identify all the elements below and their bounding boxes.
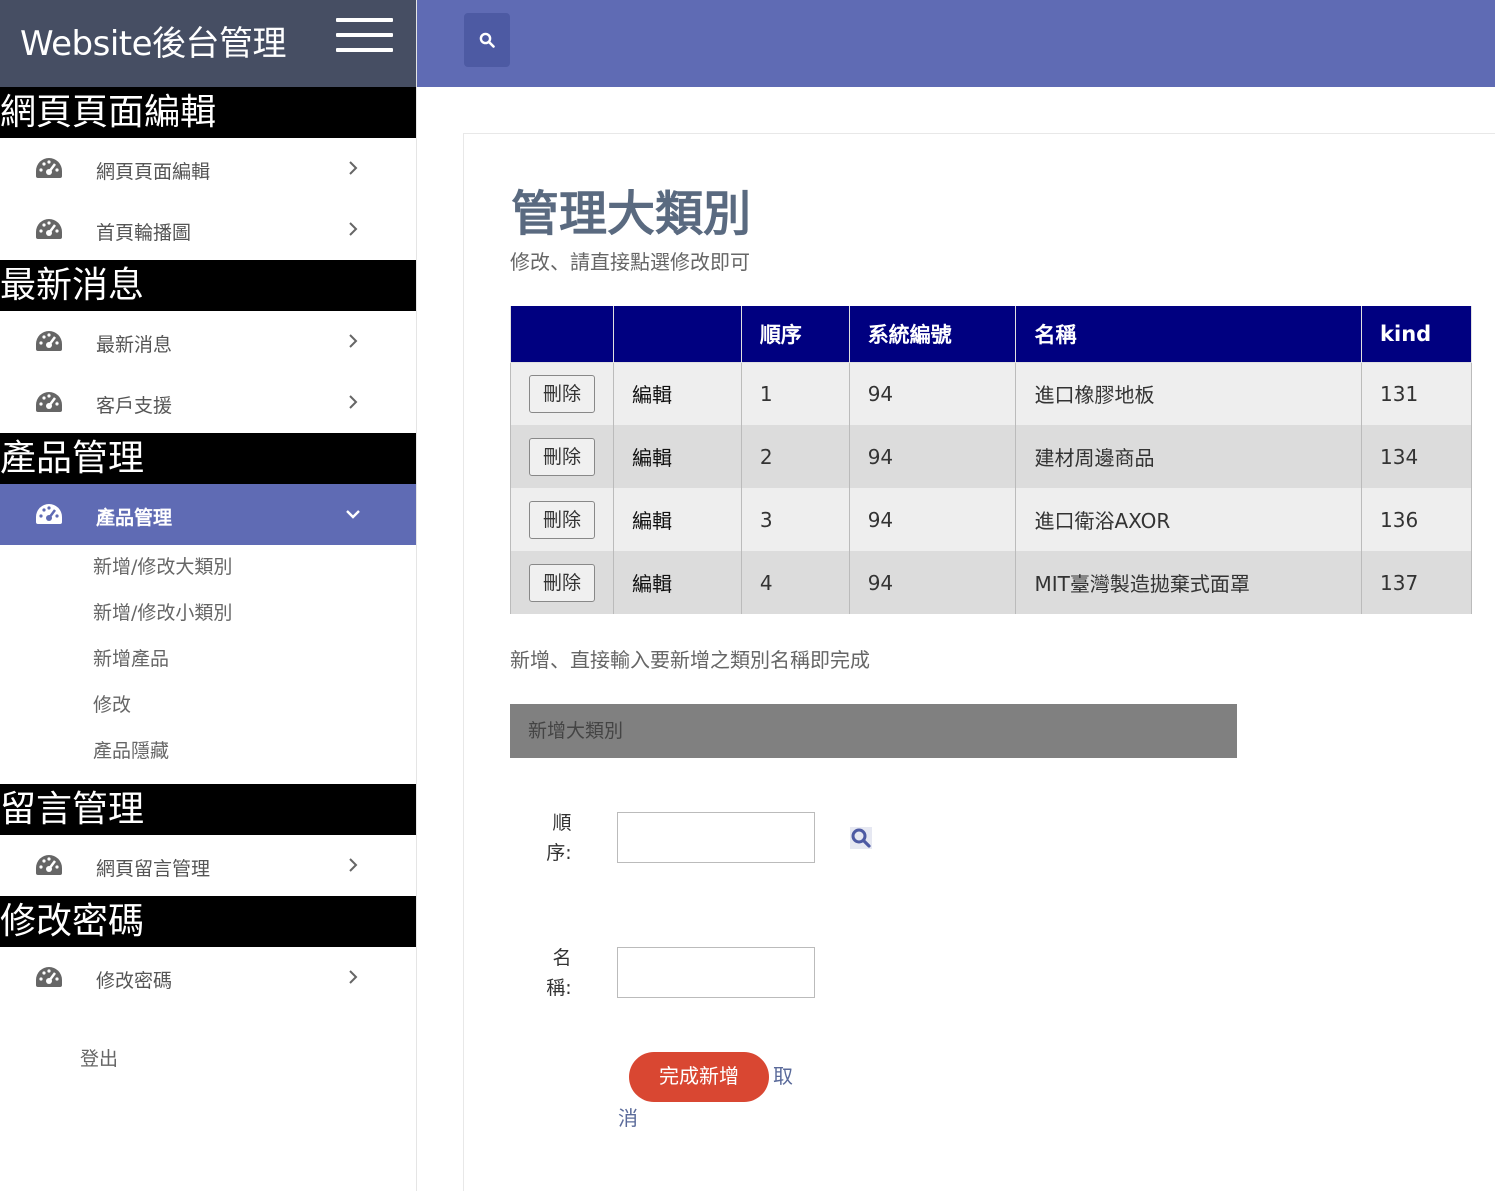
dashboard-icon	[36, 855, 62, 875]
delete-button[interactable]: 刪除	[529, 500, 595, 539]
section-header-products: 產品管理	[0, 433, 416, 484]
sidebar-item-page-edit[interactable]: 網頁頁面編輯	[0, 138, 416, 199]
column-header-kind: kind	[1361, 306, 1472, 363]
column-header-name: 名稱	[1015, 306, 1363, 363]
chevron-down-icon	[346, 510, 360, 519]
sidebar-item-password[interactable]: 修改密碼	[0, 947, 416, 1008]
order-label-part1: 順	[552, 812, 572, 834]
add-description: 新增、直接輸入要新增之類別名稱即完成	[510, 648, 870, 672]
submenu-item-subcategory-edit[interactable]: 新增/修改小類別	[0, 597, 416, 643]
cell-kind: 136	[1361, 488, 1472, 551]
sidebar: Website後台管理 網頁頁面編輯 網頁頁面編輯 首頁輪播圖 最新消息 最新消…	[0, 0, 417, 1191]
search-button[interactable]	[464, 13, 510, 67]
cell-sys-id: 94	[848, 362, 1017, 425]
logout-link[interactable]: 登出	[80, 1044, 118, 1071]
column-header	[612, 306, 742, 363]
cell-kind: 131	[1361, 362, 1472, 425]
cell-kind: 134	[1361, 425, 1472, 488]
section-header-page-edit: 網頁頁面編輯	[0, 87, 416, 138]
name-label-part1: 名	[552, 947, 572, 969]
cell-order: 3	[740, 488, 850, 551]
submenu-item-modify[interactable]: 修改	[0, 689, 416, 735]
table-row: 刪除 編輯 3 94 進口衛浴AXOR 136	[510, 488, 1472, 551]
dashboard-icon	[36, 392, 62, 412]
sidebar-item-messages[interactable]: 網頁留言管理	[0, 835, 416, 896]
sidebar-item-news[interactable]: 最新消息	[0, 311, 416, 372]
add-category-panel-header: 新增大類別	[510, 704, 1237, 758]
chevron-right-icon	[349, 222, 358, 236]
chevron-right-icon	[349, 395, 358, 409]
chevron-right-icon	[349, 858, 358, 872]
name-input[interactable]	[617, 947, 815, 998]
cell-order: 4	[740, 551, 850, 614]
cell-name: MIT臺灣製造拋棄式面罩	[1015, 551, 1363, 614]
dashboard-icon	[36, 504, 62, 524]
menu-toggle-icon[interactable]	[336, 18, 393, 52]
column-header	[510, 306, 614, 363]
edit-link[interactable]: 編輯	[632, 446, 672, 470]
order-input[interactable]	[617, 812, 815, 863]
cancel-link[interactable]: 取	[773, 1060, 793, 1089]
cell-name: 進口橡膠地板	[1015, 362, 1363, 425]
sidebar-item-support[interactable]: 客戶支援	[0, 372, 416, 433]
search-icon[interactable]	[850, 827, 872, 849]
edit-link[interactable]: 編輯	[632, 509, 672, 533]
cell-kind: 137	[1361, 551, 1472, 614]
cell-order: 1	[740, 362, 850, 425]
cell-sys-id: 94	[848, 551, 1017, 614]
sidebar-item-label: 修改密碼	[96, 970, 173, 992]
order-label-part2: 序:	[546, 842, 572, 864]
cell-name: 建材周邊商品	[1015, 425, 1363, 488]
content-card: 管理大類別 修改、請直接點選修改即可 順序 系統編號 名稱 kind 刪除 編輯…	[463, 133, 1495, 1191]
edit-link[interactable]: 編輯	[632, 572, 672, 596]
sidebar-item-label: 最新消息	[96, 334, 173, 356]
submit-add-button[interactable]: 完成新增	[629, 1052, 769, 1102]
name-label-part2: 稱:	[546, 977, 572, 999]
sidebar-item-label: 產品管理	[96, 507, 173, 529]
sidebar-item-products[interactable]: 產品管理	[0, 484, 416, 545]
submenu-item-category-edit[interactable]: 新增/修改大類別	[0, 551, 416, 597]
delete-button[interactable]: 刪除	[529, 563, 595, 602]
table-row: 刪除 編輯 4 94 MIT臺灣製造拋棄式面罩 137	[510, 551, 1472, 614]
cancel-link-wrap[interactable]: 消	[618, 1102, 638, 1131]
top-bar	[417, 0, 1495, 87]
table-header-row: 順序 系統編號 名稱 kind	[510, 306, 1472, 363]
search-icon	[479, 32, 495, 48]
submenu-item-hide-product[interactable]: 產品隱藏	[0, 735, 416, 781]
chevron-right-icon	[349, 334, 358, 348]
delete-button[interactable]: 刪除	[529, 374, 595, 413]
column-header-order: 順序	[740, 306, 850, 363]
delete-button[interactable]: 刪除	[529, 437, 595, 476]
category-table: 順序 系統編號 名稱 kind 刪除 編輯 1 94 進口橡膠地板 131 刪除…	[510, 306, 1472, 614]
section-header-messages: 留言管理	[0, 784, 416, 835]
sidebar-item-label: 客戶支援	[96, 395, 173, 417]
chevron-right-icon	[349, 161, 358, 175]
page-title: 管理大類別	[511, 186, 752, 242]
dashboard-icon	[36, 967, 62, 987]
table-row: 刪除 編輯 2 94 建材周邊商品 134	[510, 425, 1472, 488]
sidebar-item-label: 首頁輪播圖	[96, 222, 192, 244]
sidebar-item-carousel[interactable]: 首頁輪播圖	[0, 199, 416, 260]
page-description: 修改、請直接點選修改即可	[510, 250, 750, 274]
cell-name: 進口衛浴AXOR	[1015, 488, 1363, 551]
dashboard-icon	[36, 331, 62, 351]
cell-order: 2	[740, 425, 850, 488]
cell-sys-id: 94	[848, 488, 1017, 551]
sidebar-item-label: 網頁留言管理	[96, 858, 211, 880]
app-title: Website後台管理	[20, 24, 287, 64]
submenu-item-add-product[interactable]: 新增產品	[0, 643, 416, 689]
table-row: 刪除 編輯 1 94 進口橡膠地板 131	[510, 362, 1472, 425]
edit-link[interactable]: 編輯	[632, 383, 672, 407]
dashboard-icon	[36, 158, 62, 178]
sidebar-item-label: 網頁頁面編輯	[96, 161, 211, 183]
dashboard-icon	[36, 219, 62, 239]
section-header-password: 修改密碼	[0, 896, 416, 947]
products-submenu: 新增/修改大類別 新增/修改小類別 新增產品 修改 產品隱藏	[0, 545, 416, 784]
brand-bar: Website後台管理	[0, 0, 416, 87]
column-header-sys-id: 系統編號	[848, 306, 1017, 363]
cell-sys-id: 94	[848, 425, 1017, 488]
chevron-right-icon	[349, 970, 358, 984]
section-header-news: 最新消息	[0, 260, 416, 311]
